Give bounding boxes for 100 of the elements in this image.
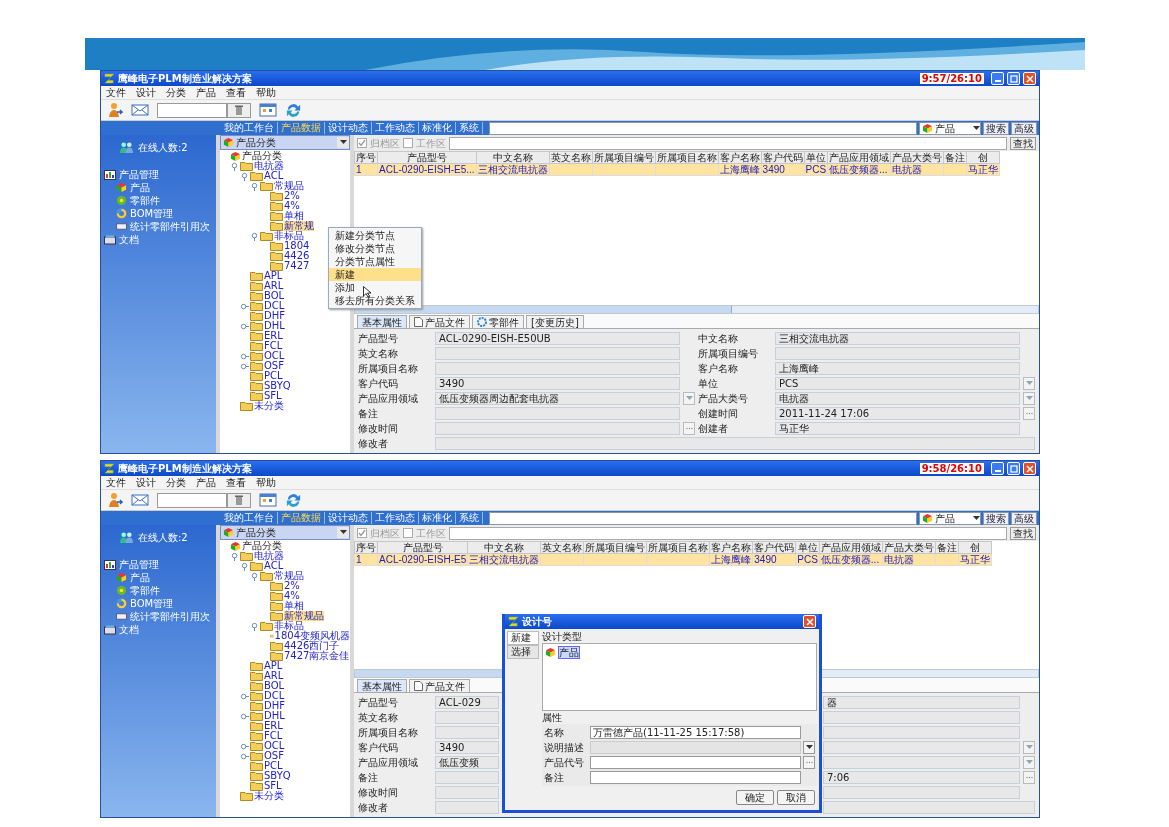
tree-item[interactable]: APL [264, 271, 283, 281]
tree-item[interactable]: PCL [264, 761, 283, 771]
tree-item[interactable]: 非标品 [274, 621, 304, 631]
tree-item[interactable]: FCL [264, 731, 283, 741]
tree-item[interactable]: ARL [264, 281, 284, 291]
dialog-button[interactable]: 确定 [736, 790, 774, 805]
property-field[interactable] [435, 711, 499, 724]
column-header[interactable]: 客户代码 [752, 541, 796, 554]
tree-item[interactable]: 产品 [558, 646, 580, 659]
property-field[interactable] [823, 786, 1020, 799]
nav-link[interactable]: 产品数据 [278, 122, 325, 134]
nav-link[interactable]: 标准化 [419, 512, 456, 524]
nav-link[interactable]: 系统 [456, 512, 483, 524]
dialog-button[interactable]: 取消 [777, 790, 815, 805]
category-dropdown[interactable]: 产品分类 [220, 525, 350, 540]
column-header[interactable]: 所属项目编号 [592, 151, 656, 164]
tree-item[interactable]: DHL [264, 711, 285, 721]
property-field[interactable] [435, 407, 680, 420]
person-icon[interactable] [107, 102, 123, 118]
tree-item[interactable]: 4% [284, 591, 300, 601]
tree-item[interactable]: 单相 [284, 601, 304, 611]
collapse-handle-icon[interactable] [240, 561, 249, 571]
expand-handle-icon[interactable] [240, 691, 249, 701]
property-field[interactable] [435, 801, 499, 814]
menu-item[interactable]: 产品 [196, 477, 216, 488]
property-field[interactable] [823, 741, 1020, 754]
column-header[interactable]: 序号 [354, 151, 378, 164]
maximize-button[interactable] [1007, 72, 1020, 85]
ellipsis-button[interactable] [683, 422, 695, 435]
maximize-button[interactable] [1007, 462, 1020, 475]
column-header[interactable]: 客户名称 [718, 151, 762, 164]
tree-item[interactable]: SFL [264, 781, 282, 791]
property-field[interactable] [435, 347, 680, 360]
tree-item[interactable]: BOL [264, 681, 285, 691]
clear-button[interactable] [227, 102, 251, 118]
horizontal-scrollbar[interactable] [354, 305, 1039, 314]
tree-item[interactable]: 电抗器 [254, 161, 284, 171]
tree-item[interactable]: 常规品 [274, 571, 304, 581]
search-field[interactable] [489, 511, 917, 525]
search-field[interactable] [157, 102, 227, 118]
find-button[interactable]: 查找 [1010, 526, 1036, 540]
tree-item[interactable]: OCL [264, 351, 285, 361]
property-field[interactable] [435, 726, 499, 739]
scope-dropdown[interactable]: 产品 [919, 511, 981, 525]
property-field[interactable] [435, 771, 499, 784]
dropdown-button[interactable] [803, 741, 815, 754]
column-header[interactable]: 创 [966, 151, 1000, 164]
column-header[interactable]: 单位 [795, 541, 820, 554]
menu-item[interactable]: 查看 [226, 87, 246, 98]
tab[interactable]: [变更历史] [526, 315, 584, 328]
property-field[interactable]: 低压变频 [435, 756, 499, 769]
tree-item[interactable]: PCL [264, 371, 283, 381]
menu-item[interactable]: 添加 [329, 281, 421, 294]
tree-item[interactable]: 4426 [284, 251, 310, 261]
tree-item[interactable]: 7427南京金佳 [284, 651, 350, 661]
tree-item[interactable]: SBYQ [264, 381, 291, 391]
nav-link[interactable]: 设计动态 [325, 122, 372, 134]
table-row[interactable]: 1 ACL-0290-EISH-E5... 三相交流电抗器 上海鹰峰 3490 PCS 低压变频器... 电抗器 马正华 [354, 163, 1000, 176]
tree-item[interactable]: ARL [264, 671, 284, 681]
property-field[interactable]: 3490 [435, 741, 499, 754]
close-button[interactable] [803, 615, 816, 628]
property-field[interactable]: 马正华 [775, 422, 1020, 435]
minimize-button[interactable] [991, 462, 1004, 475]
property-field[interactable]: 2011-11-24 17:06 [775, 407, 1020, 420]
menu-item[interactable]: 移去所有分类关系 [329, 294, 421, 307]
column-header[interactable]: 备注 [935, 541, 959, 554]
property-field[interactable] [435, 362, 680, 375]
tab[interactable]: 零部件 [472, 315, 524, 328]
expand-handle-icon[interactable] [240, 711, 249, 721]
calendar-icon[interactable] [259, 493, 277, 507]
table-row[interactable]: 1 ACL-0290-EISH-E5 三相交流电抗器 上海鹰峰 3490 PCS 低压变频器... 电抗器 马正华 [354, 553, 992, 566]
column-header[interactable]: 中文名称 [476, 151, 550, 164]
property-field[interactable]: 三相交流电抗器 [775, 332, 1020, 345]
column-header[interactable]: 产品应用领域 [819, 541, 883, 554]
tree-item[interactable]: OSF [264, 361, 284, 371]
sidebar-group[interactable]: 文档 [119, 624, 139, 635]
nav-button[interactable]: 高级 [1011, 511, 1037, 525]
property-field[interactable] [435, 786, 499, 799]
column-header[interactable]: 所属项目编号 [583, 541, 647, 554]
refresh-icon[interactable] [285, 101, 302, 119]
search-field[interactable] [489, 121, 917, 135]
nav-button[interactable]: 搜索 [983, 511, 1009, 525]
sidebar-item[interactable]: 零部件 [130, 585, 160, 596]
tree-item[interactable]: ACL [264, 561, 284, 571]
expand-handle-icon[interactable] [240, 741, 249, 751]
menu-item[interactable]: 文件 [106, 477, 126, 488]
nav-link[interactable]: 我的工作台 [221, 122, 278, 134]
property-field[interactable]: 7:06 [823, 771, 1020, 784]
property-field[interactable]: ACL-029 [435, 696, 499, 709]
property-field[interactable] [823, 756, 1020, 769]
tab[interactable]: 产品文件 [409, 679, 470, 692]
column-header[interactable]: 备注 [943, 151, 967, 164]
input-field[interactable]: 万雷德产品(11-11-25 15:17:58) [590, 726, 801, 739]
column-header[interactable]: 创 [958, 541, 992, 554]
tree-item[interactable]: BOL [264, 291, 285, 301]
tree-item[interactable]: 产品分类 [242, 151, 282, 161]
menu-item[interactable]: 产品 [196, 87, 216, 98]
tree-item[interactable]: DCL [264, 691, 285, 701]
property-field[interactable]: 低压变频器周边配套电抗器 [435, 392, 680, 405]
tree-item[interactable]: OSF [264, 751, 284, 761]
